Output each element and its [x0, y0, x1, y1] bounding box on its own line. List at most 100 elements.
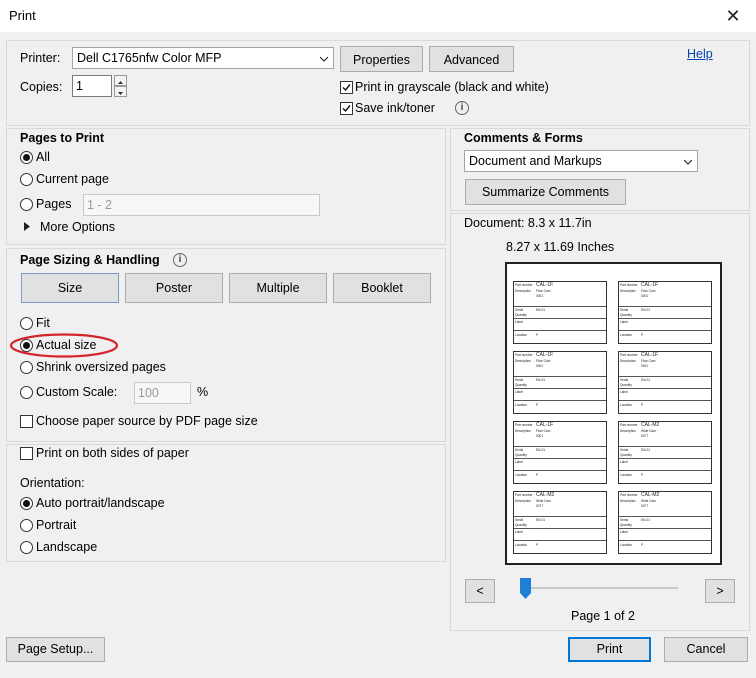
card-text: CAL-M2	[536, 492, 555, 498]
info-icon[interactable]: i	[455, 101, 469, 115]
card-text: Description	[515, 289, 531, 293]
printer-select[interactable]: Dell C1765nfw Color MFP	[72, 47, 334, 69]
booklet-button[interactable]: Booklet	[333, 273, 431, 303]
card-text: EN-01	[641, 518, 651, 522]
page-indicator: Page 1 of 2	[571, 609, 635, 623]
shrink-label: Shrink oversized pages	[36, 360, 166, 374]
summarize-comments-button[interactable]: Summarize Comments	[465, 179, 626, 205]
copies-spin-up[interactable]	[114, 75, 127, 86]
actual-size-radio[interactable]	[20, 339, 33, 352]
preview-label-card: Part number CAL-M2 Description Wide Cam 0077…	[618, 421, 712, 484]
card-text: Description	[515, 499, 531, 503]
shrink-radio[interactable]	[20, 361, 33, 374]
card-text: Serial	[620, 308, 629, 312]
landscape-label: Landscape	[36, 540, 98, 554]
copies-spin-down[interactable]	[114, 86, 127, 97]
card-text: P	[536, 333, 539, 337]
landscape-radio[interactable]	[20, 541, 33, 554]
current-page-radio[interactable]	[20, 173, 33, 186]
card-text: 0077	[641, 504, 649, 508]
all-pages-radio[interactable]	[20, 151, 33, 164]
card-text: Part number	[515, 283, 533, 287]
comments-select[interactable]: Document and Markups	[464, 150, 698, 172]
more-options-label[interactable]: More Options	[40, 220, 115, 234]
card-text: CAL-M2	[641, 492, 660, 498]
card-divider	[619, 388, 711, 389]
custom-scale-input[interactable]: 100	[134, 382, 191, 404]
auto-orientation-radio[interactable]	[20, 497, 33, 510]
fit-radio[interactable]	[20, 317, 33, 330]
poster-button[interactable]: Poster	[125, 273, 223, 303]
card-text: Description	[515, 429, 531, 433]
previous-page-button[interactable]: <	[465, 579, 495, 603]
title-bar	[0, 0, 756, 32]
duplex-checkbox[interactable]	[20, 447, 33, 460]
preview-label-card: Part number CAL-1F Description Flow Cam 0001…	[513, 351, 607, 414]
grayscale-checkbox[interactable]	[340, 81, 353, 94]
cancel-button[interactable]: Cancel	[664, 637, 748, 662]
card-text: Wide Cam	[641, 499, 656, 503]
close-icon[interactable]: ✕	[722, 6, 744, 26]
card-text: CAL-1F	[641, 282, 659, 288]
card-text: Description	[620, 429, 636, 433]
preview-sheet: Part number CAL-1F Description Flow Cam 0001…	[505, 262, 722, 565]
help-link[interactable]: Help	[687, 47, 713, 61]
card-divider	[619, 470, 711, 471]
card-text: 0077	[641, 434, 649, 438]
pages-heading: Pages to Print	[20, 131, 105, 145]
orientation-heading: Orientation:	[20, 476, 85, 490]
pages-range-input[interactable]: 1 - 2	[83, 194, 320, 216]
custom-scale-radio[interactable]	[20, 386, 33, 399]
preview-content: Part number CAL-1F Description Flow Cam 0001…	[510, 267, 717, 560]
card-text: P	[536, 403, 539, 407]
sizing-info-icon[interactable]: i	[173, 253, 187, 267]
card-text: Quantity	[515, 523, 527, 527]
save-ink-checkbox[interactable]	[340, 102, 353, 115]
card-text: CAL-1F	[536, 282, 554, 288]
preview-label-card: Part number CAL-1F Description Flow Cam 0001…	[618, 281, 712, 344]
size-button[interactable]: Size	[21, 273, 119, 303]
card-text: P	[641, 333, 644, 337]
save-ink-label: Save ink/toner	[355, 101, 435, 115]
card-text: Part number	[515, 353, 533, 357]
comments-value: Document and Markups	[469, 154, 602, 168]
page-setup-button[interactable]: Page Setup...	[6, 637, 105, 662]
card-divider	[514, 376, 606, 377]
card-text: CAL-1F	[536, 352, 554, 358]
comments-heading: Comments & Forms	[464, 131, 583, 145]
preview-label-card: Part number CAL-M2 Description Wide Cam 0077…	[618, 491, 712, 554]
properties-button[interactable]: Properties	[340, 46, 423, 72]
card-divider	[514, 540, 606, 541]
expand-arrow-icon[interactable]	[24, 222, 31, 231]
card-text: 0001	[536, 294, 544, 298]
card-text: Quantity	[515, 383, 527, 387]
card-divider	[619, 516, 711, 517]
pages-range-radio[interactable]	[20, 198, 33, 211]
print-button[interactable]: Print	[568, 637, 651, 662]
multiple-button[interactable]: Multiple	[229, 273, 327, 303]
card-text: EN-01	[641, 378, 651, 382]
card-text: P	[536, 543, 539, 547]
card-text: Flow Cam	[536, 359, 551, 363]
page-slider-thumb[interactable]	[520, 578, 531, 600]
checkmark-icon	[342, 105, 351, 113]
page-slider-track[interactable]	[520, 587, 678, 589]
card-text: Quantity	[620, 383, 632, 387]
advanced-button[interactable]: Advanced	[429, 46, 514, 72]
card-text: EN-01	[641, 308, 651, 312]
paper-source-checkbox[interactable]	[20, 415, 33, 428]
card-divider	[514, 458, 606, 459]
preview-label-card: Part number CAL-1F Description Flow Cam 0001…	[618, 351, 712, 414]
card-divider	[619, 458, 711, 459]
card-text: P	[641, 543, 644, 547]
card-text: 0001	[536, 364, 544, 368]
copies-input[interactable]: 1	[72, 75, 112, 97]
duplex-label: Print on both sides of paper	[36, 446, 189, 460]
card-text: Label	[620, 390, 628, 394]
card-divider	[514, 516, 606, 517]
card-divider	[514, 388, 606, 389]
portrait-radio[interactable]	[20, 519, 33, 532]
card-text: Serial	[515, 378, 524, 382]
paper-size-label: 8.27 x 11.69 Inches	[506, 240, 615, 254]
next-page-button[interactable]: >	[705, 579, 735, 603]
